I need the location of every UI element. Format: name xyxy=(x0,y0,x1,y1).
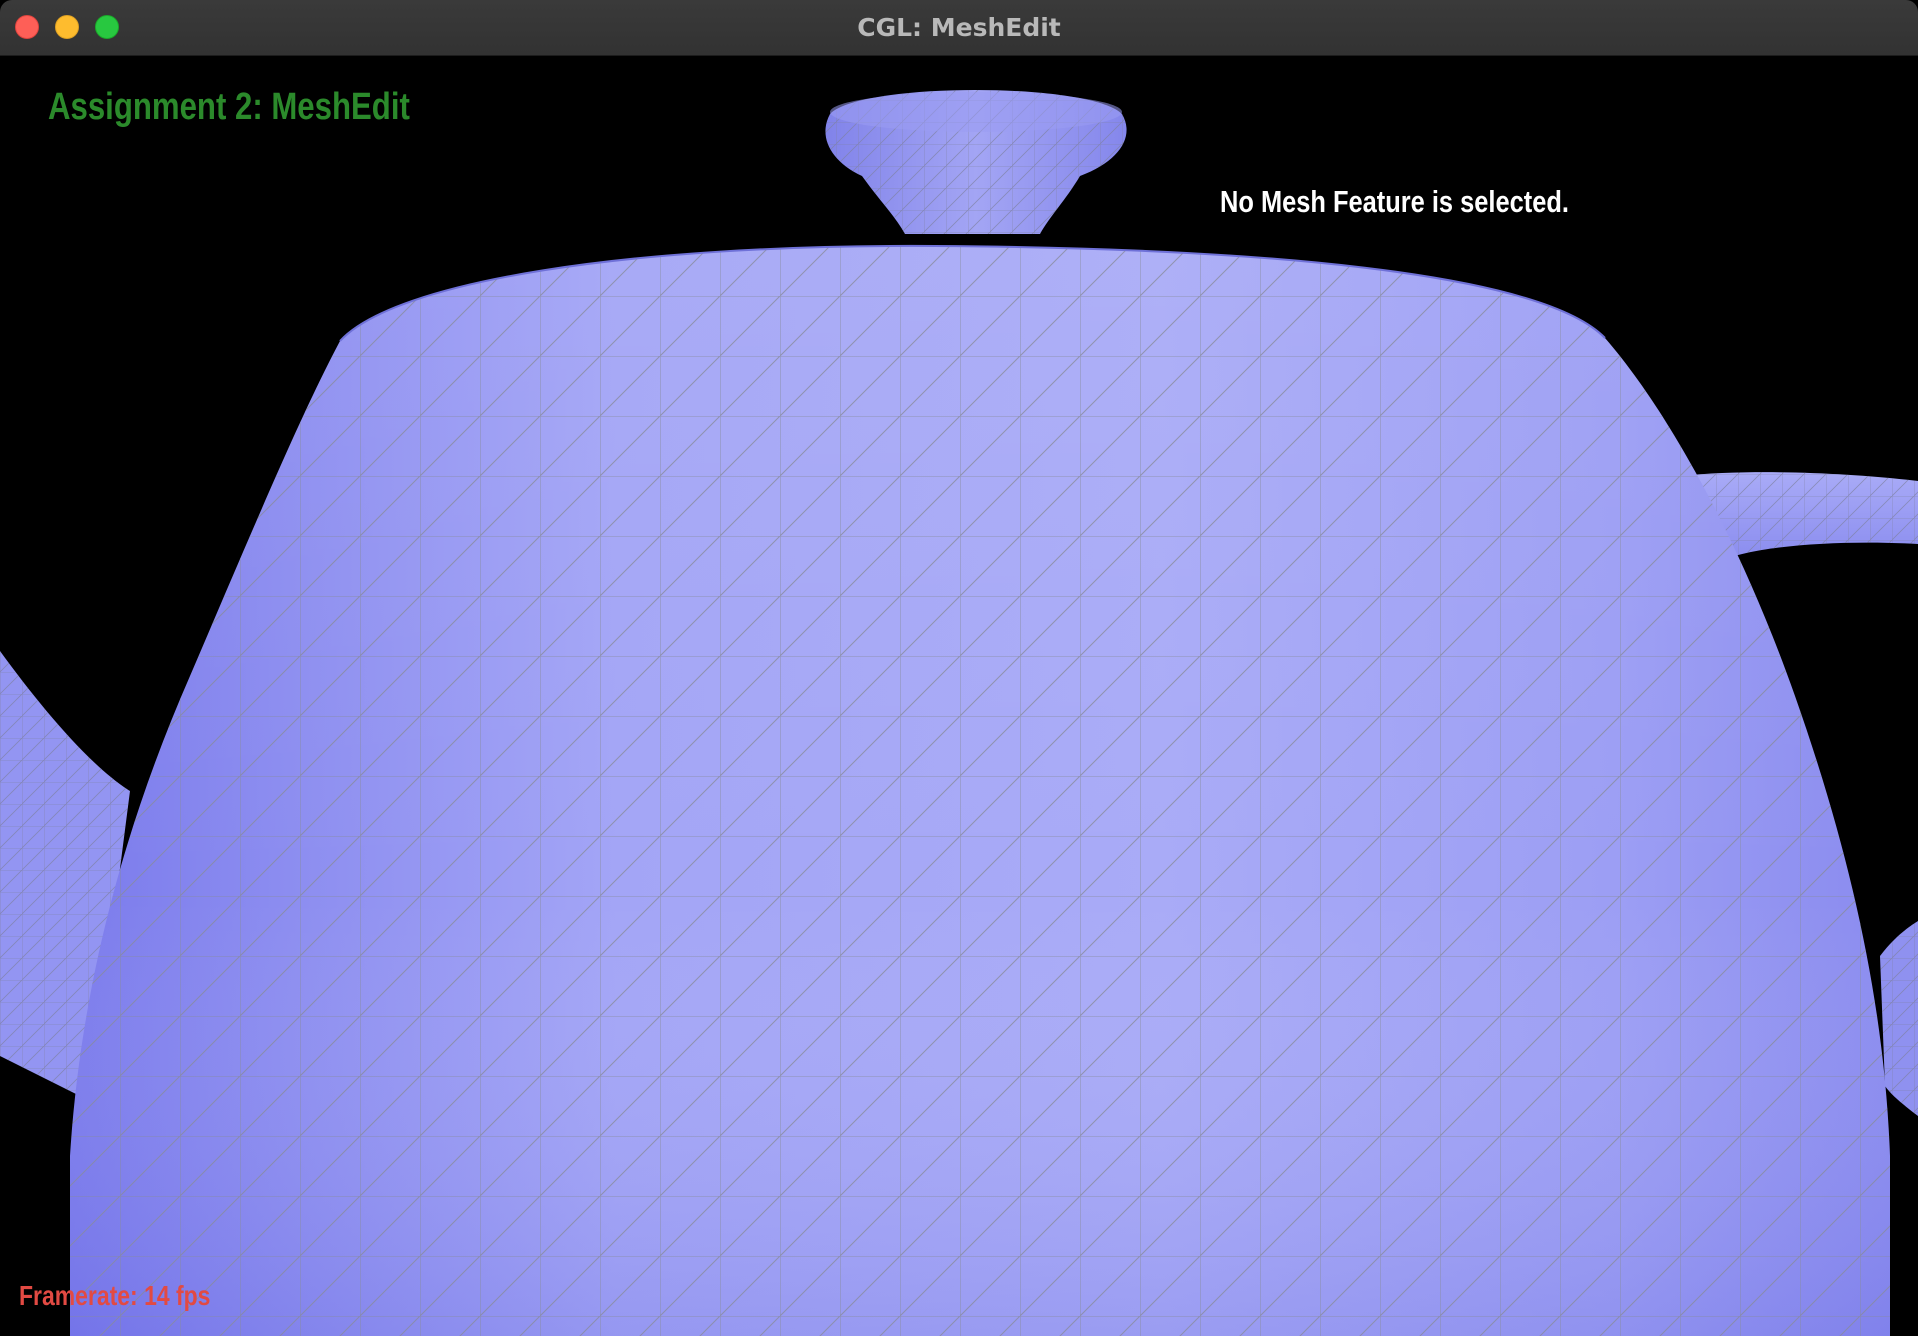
window-title: CGL: MeshEdit xyxy=(857,13,1061,42)
teapot-lid-knob xyxy=(825,90,1127,234)
framerate-readout: Framerate: 14 fps xyxy=(19,1280,210,1312)
mesh-viewport[interactable]: Assignment 2: MeshEdit No Mesh Feature i… xyxy=(0,56,1918,1336)
framerate-value: 14 fps xyxy=(144,1280,211,1311)
teapot-body xyxy=(70,244,1890,1336)
framerate-label: Framerate: xyxy=(19,1280,138,1311)
assignment-heading: Assignment 2: MeshEdit xyxy=(48,86,410,128)
title-bar[interactable]: CGL: MeshEdit xyxy=(0,0,1918,56)
selection-status: No Mesh Feature is selected. xyxy=(1220,184,1569,219)
teapot-mesh-canvas[interactable] xyxy=(0,56,1918,1336)
app-window: CGL: MeshEdit Assignment 2: MeshEdit No … xyxy=(0,0,1918,1336)
